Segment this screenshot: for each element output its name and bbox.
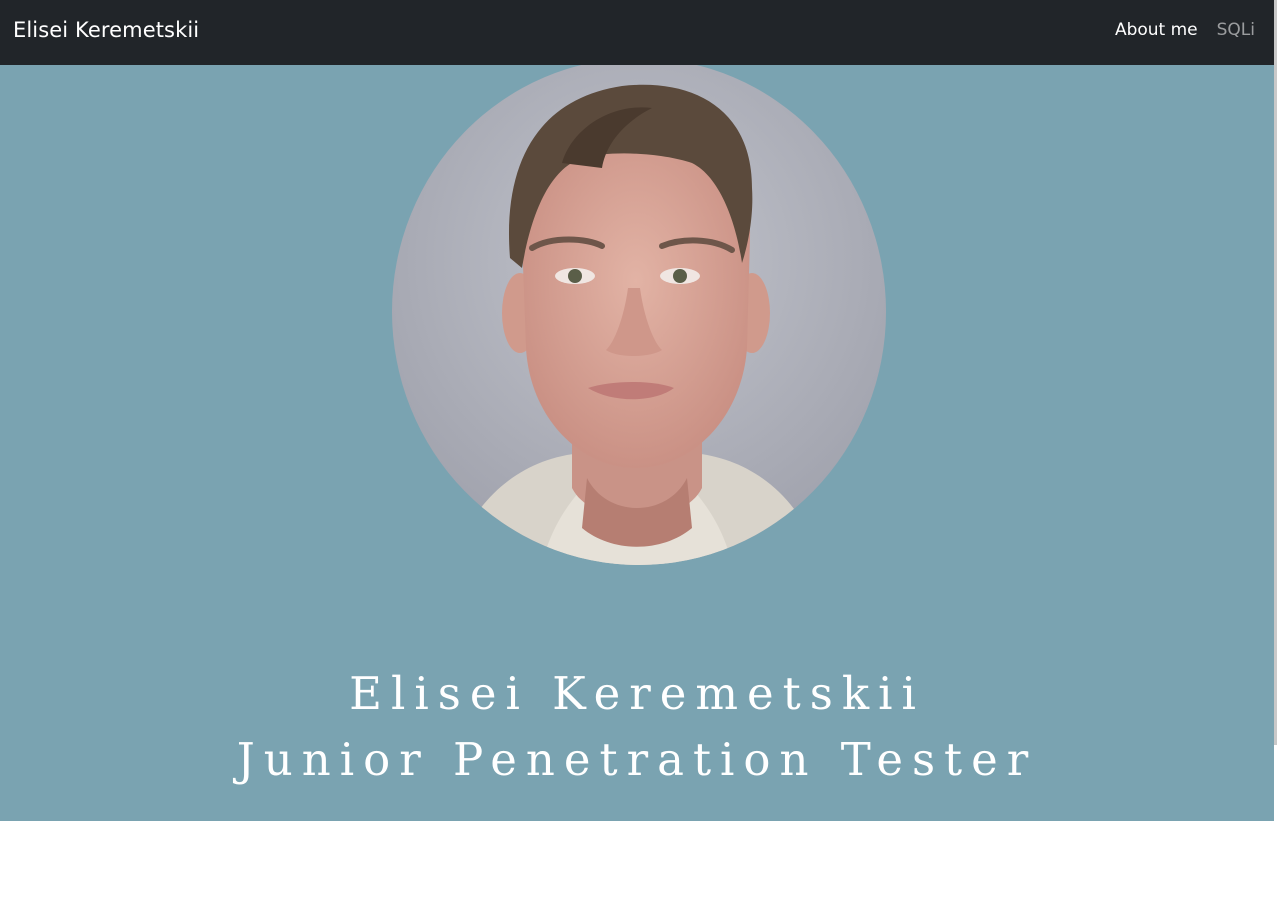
nav-link-sqli[interactable]: SQLi (1217, 20, 1255, 40)
profile-photo (392, 65, 886, 565)
top-navbar: Elisei Keremetskii About me SQLi (0, 0, 1274, 65)
hero-section: Elisei Keremetskii Junior Penetration Te… (0, 65, 1274, 821)
hero-role: Junior Penetration Tester (236, 733, 1038, 786)
nav-links: About me SQLi (1115, 20, 1255, 40)
hero-name: Elisei Keremetskii (349, 667, 925, 720)
profile-photo-illustration (392, 65, 886, 565)
navbar-brand[interactable]: Elisei Keremetskii (13, 18, 199, 42)
nav-link-about-me[interactable]: About me (1115, 20, 1198, 40)
